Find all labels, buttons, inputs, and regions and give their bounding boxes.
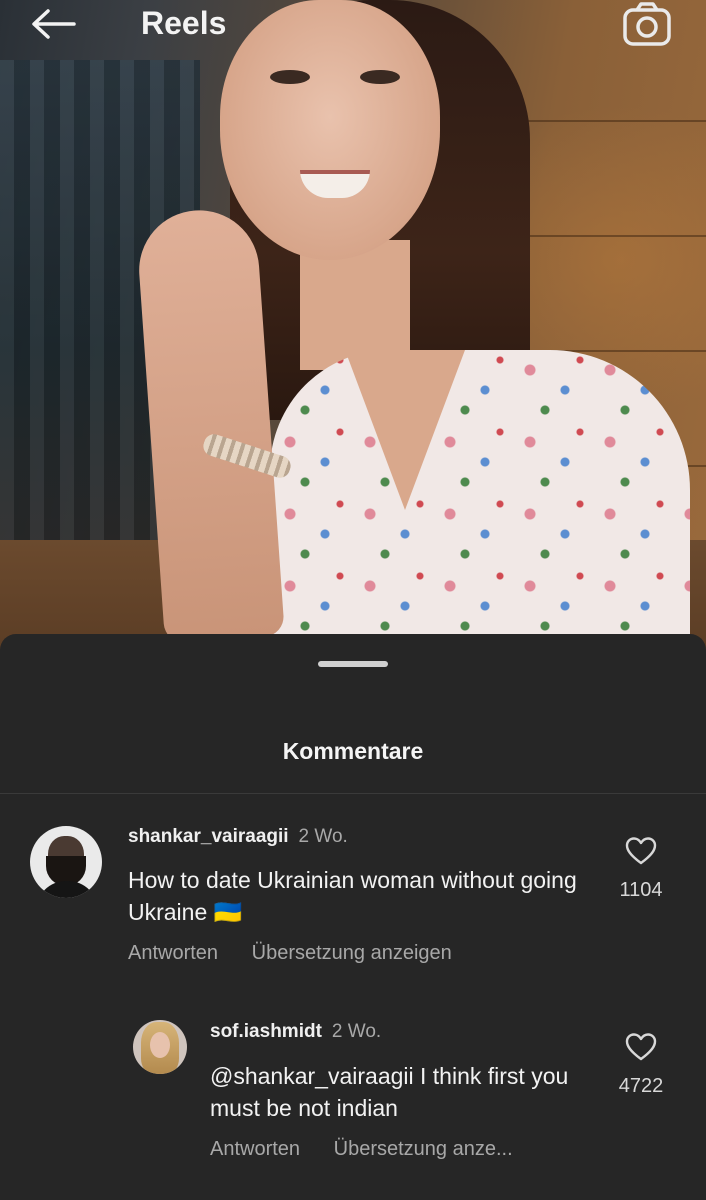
- drag-handle[interactable]: [318, 661, 388, 667]
- like-count: 4722: [618, 1075, 664, 1097]
- like-button[interactable]: 4722: [606, 1032, 676, 1098]
- mention-link[interactable]: @shankar_vairaagii: [210, 1063, 414, 1089]
- reply-button[interactable]: Antworten: [128, 942, 218, 964]
- reel-video[interactable]: [0, 0, 706, 660]
- reply-button[interactable]: Antworten: [210, 1138, 300, 1160]
- comment-username[interactable]: shankar_vairaagii 2 Wo.: [128, 826, 348, 848]
- comment-username[interactable]: sof.iashmidt 2 Wo.: [210, 1021, 381, 1043]
- username-text: shankar_vairaagii: [128, 826, 289, 847]
- comment-actions: Antworten Übersetzung anzeigen: [128, 942, 452, 965]
- back-button[interactable]: [26, 4, 80, 48]
- comment-time: 2 Wo.: [298, 826, 348, 847]
- floral-dress: [270, 350, 690, 660]
- comment-actions: Antworten Übersetzung anze...: [210, 1138, 513, 1161]
- username-text: sof.iashmidt: [210, 1021, 322, 1042]
- heart-icon: [625, 837, 657, 865]
- eye: [270, 70, 310, 84]
- comments-sheet: Kommentare shankar_vairaagii 2 Wo. How to…: [0, 634, 706, 1200]
- eye: [360, 70, 400, 84]
- like-count: 1104: [619, 879, 663, 901]
- comment-text: How to date Ukrainian woman without goin…: [128, 867, 577, 925]
- sheet-title: Kommentare: [282, 738, 424, 764]
- avatar-face: [150, 1032, 170, 1058]
- avatar[interactable]: [133, 1020, 187, 1074]
- reel-person: [135, 0, 690, 660]
- heart-icon: [625, 1033, 657, 1061]
- camera-button[interactable]: [620, 0, 674, 48]
- comment-text: @shankar_vairaagii I think first you mus…: [210, 1060, 602, 1124]
- translate-button[interactable]: Übersetzung anzeigen: [252, 942, 452, 964]
- comment-time: 2 Wo.: [331, 1021, 382, 1042]
- smile: [300, 170, 370, 198]
- page-title: Reels: [141, 5, 227, 41]
- dress-neckline: [345, 350, 465, 510]
- camera-icon: [623, 2, 671, 46]
- avatar-body: [36, 881, 98, 898]
- arrow-left-icon: [32, 9, 76, 39]
- translate-button[interactable]: Übersetzung anze...: [334, 1138, 513, 1160]
- top-bar: Reels: [0, 0, 706, 56]
- like-button[interactable]: 1104: [606, 836, 676, 902]
- avatar[interactable]: [30, 826, 102, 898]
- divider: [0, 793, 706, 794]
